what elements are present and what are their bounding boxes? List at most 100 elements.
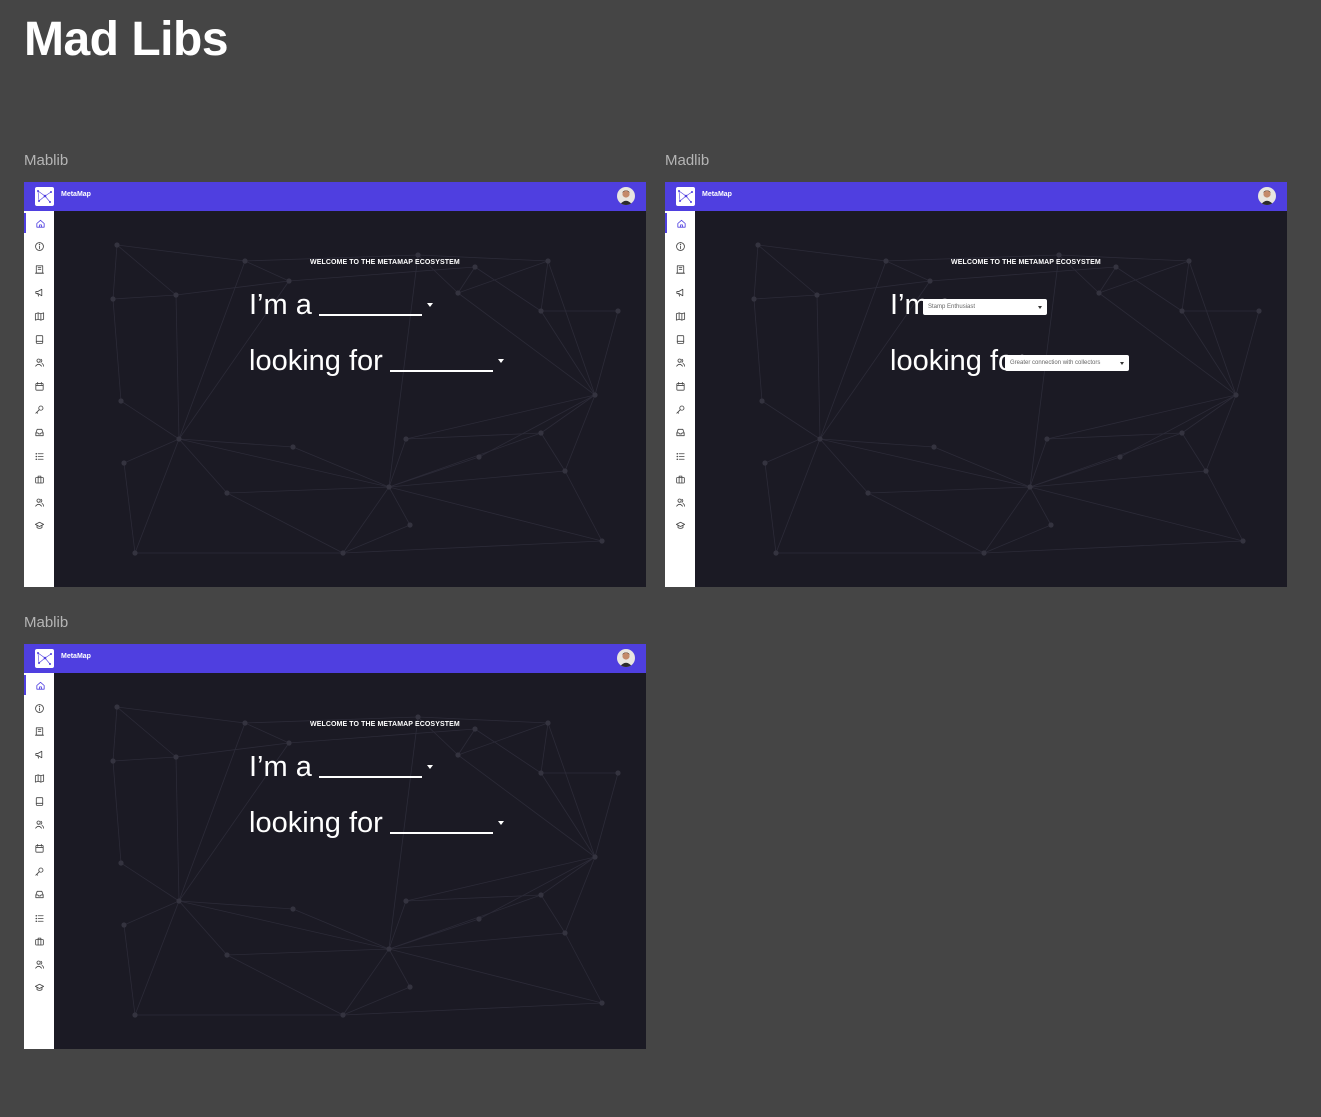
main-content: WELCOME TO THE METAMAP ECOSYSTEM I’m a S… xyxy=(696,211,1287,587)
goal-select-caret-icon xyxy=(1120,362,1124,365)
map-icon xyxy=(34,312,44,321)
sidebar-item-megaphone[interactable] xyxy=(665,283,695,303)
metamap-logo[interactable] xyxy=(35,649,54,668)
sidebar-item-info[interactable] xyxy=(24,236,54,256)
home-icon xyxy=(35,219,45,228)
sidebar-item-calendar[interactable] xyxy=(24,838,54,858)
info-icon xyxy=(34,703,44,713)
sidebar-item-building[interactable] xyxy=(24,722,54,742)
goal-dropdown-caret-icon[interactable] xyxy=(497,359,504,363)
sidebar-item-building[interactable] xyxy=(24,260,54,280)
sidebar-item-map[interactable] xyxy=(665,306,695,326)
info-icon xyxy=(675,241,685,251)
sidebar-item-list[interactable] xyxy=(24,446,54,466)
sidebar-item-user-group[interactable] xyxy=(24,493,54,513)
sidebar-item-book[interactable] xyxy=(665,330,695,350)
sidebar-item-building[interactable] xyxy=(665,260,695,280)
sidebar-item-list[interactable] xyxy=(24,908,54,928)
avatar[interactable] xyxy=(617,187,635,205)
app-name: MetaMap xyxy=(61,191,91,198)
sidebar-item-briefcase[interactable] xyxy=(24,931,54,951)
sidebar-item-book[interactable] xyxy=(24,330,54,350)
sidebar-item-users[interactable] xyxy=(665,353,695,373)
list-icon xyxy=(35,914,44,922)
sidebar-item-user-group[interactable] xyxy=(665,493,695,513)
welcome-heading: WELCOME TO THE METAMAP ECOSYSTEM xyxy=(310,721,460,728)
book-icon xyxy=(35,797,43,806)
calendar-icon xyxy=(675,381,685,391)
sidebar-item-home[interactable] xyxy=(665,213,695,233)
building-icon xyxy=(34,265,44,274)
sidebar-item-book[interactable] xyxy=(24,792,54,812)
network-background xyxy=(751,242,1262,556)
frame-label: Mablib xyxy=(24,614,69,631)
sidebar-item-calendar[interactable] xyxy=(24,376,54,396)
mad-lib-line-2: looking for xyxy=(249,807,504,840)
sidebar-item-inbox[interactable] xyxy=(665,423,695,443)
sidebar-item-users[interactable] xyxy=(24,353,54,373)
sidebar-item-info[interactable] xyxy=(24,698,54,718)
calendar-icon xyxy=(34,843,44,853)
frame-label: Madlib xyxy=(665,152,710,169)
sidebar-item-graduation-cap[interactable] xyxy=(24,516,54,536)
sidebar-item-inbox[interactable] xyxy=(24,885,54,905)
role-blank[interactable] xyxy=(318,776,422,778)
sidebar-item-graduation-cap[interactable] xyxy=(665,516,695,536)
sidebar-item-home[interactable] xyxy=(24,213,54,233)
sidebar-item-key[interactable] xyxy=(24,399,54,419)
sidebar xyxy=(24,211,54,587)
metamap-logo[interactable] xyxy=(35,187,54,206)
megaphone-icon xyxy=(34,751,42,759)
avatar[interactable] xyxy=(1258,187,1276,205)
sidebar-item-list[interactable] xyxy=(665,446,695,466)
role-select[interactable]: Stamp Enthusiast xyxy=(923,299,1047,315)
key-icon xyxy=(675,405,684,414)
sidebar-item-briefcase[interactable] xyxy=(665,469,695,489)
goal-blank[interactable] xyxy=(389,832,493,834)
metamap-logo[interactable] xyxy=(676,187,695,206)
role-select-value: Stamp Enthusiast xyxy=(928,304,976,310)
role-dropdown-caret-icon[interactable] xyxy=(426,765,433,769)
users-icon xyxy=(675,358,685,367)
sidebar-item-briefcase[interactable] xyxy=(24,469,54,489)
top-bar: MetaMap xyxy=(665,182,1287,211)
main-content: WELCOME TO THE METAMAP ECOSYSTEM I’m a l… xyxy=(55,211,646,587)
sidebar-item-inbox[interactable] xyxy=(24,423,54,443)
role-dropdown-caret-icon[interactable] xyxy=(426,303,433,307)
map-icon xyxy=(34,774,44,783)
im-a-text: I’m a xyxy=(249,289,312,321)
sidebar-item-map[interactable] xyxy=(24,306,54,326)
role-blank[interactable] xyxy=(318,314,422,316)
avatar[interactable] xyxy=(617,649,635,667)
sidebar-item-users[interactable] xyxy=(24,815,54,835)
looking-for-text: looking for xyxy=(890,345,1024,377)
sidebar-item-megaphone[interactable] xyxy=(24,283,54,303)
users-icon xyxy=(34,358,44,367)
list-icon xyxy=(676,452,685,460)
sidebar-item-megaphone[interactable] xyxy=(24,745,54,765)
network-background xyxy=(110,704,621,1018)
inbox-icon xyxy=(34,891,44,899)
im-a-text: I’m a xyxy=(249,751,312,783)
megaphone-icon xyxy=(675,289,683,297)
user-group-icon xyxy=(34,498,44,507)
role-select-caret-icon xyxy=(1038,306,1042,309)
sidebar-item-calendar[interactable] xyxy=(665,376,695,396)
sidebar-item-key[interactable] xyxy=(665,399,695,419)
goal-select[interactable]: Greater connection with collectors xyxy=(1005,355,1129,371)
goal-dropdown-caret-icon[interactable] xyxy=(497,821,504,825)
welcome-heading: WELCOME TO THE METAMAP ECOSYSTEM xyxy=(310,259,460,266)
sidebar-item-graduation-cap[interactable] xyxy=(24,978,54,998)
info-icon xyxy=(34,241,44,251)
sidebar-item-info[interactable] xyxy=(665,236,695,256)
mad-lib-line-2: looking for xyxy=(249,345,504,378)
sidebar-item-user-group[interactable] xyxy=(24,955,54,975)
app-name: MetaMap xyxy=(702,191,732,198)
goal-blank[interactable] xyxy=(389,370,493,372)
key-icon xyxy=(34,867,43,876)
home-icon xyxy=(676,219,686,228)
top-bar: MetaMap xyxy=(24,182,646,211)
sidebar-item-map[interactable] xyxy=(24,768,54,788)
sidebar-item-key[interactable] xyxy=(24,861,54,881)
sidebar-item-home[interactable] xyxy=(24,675,54,695)
